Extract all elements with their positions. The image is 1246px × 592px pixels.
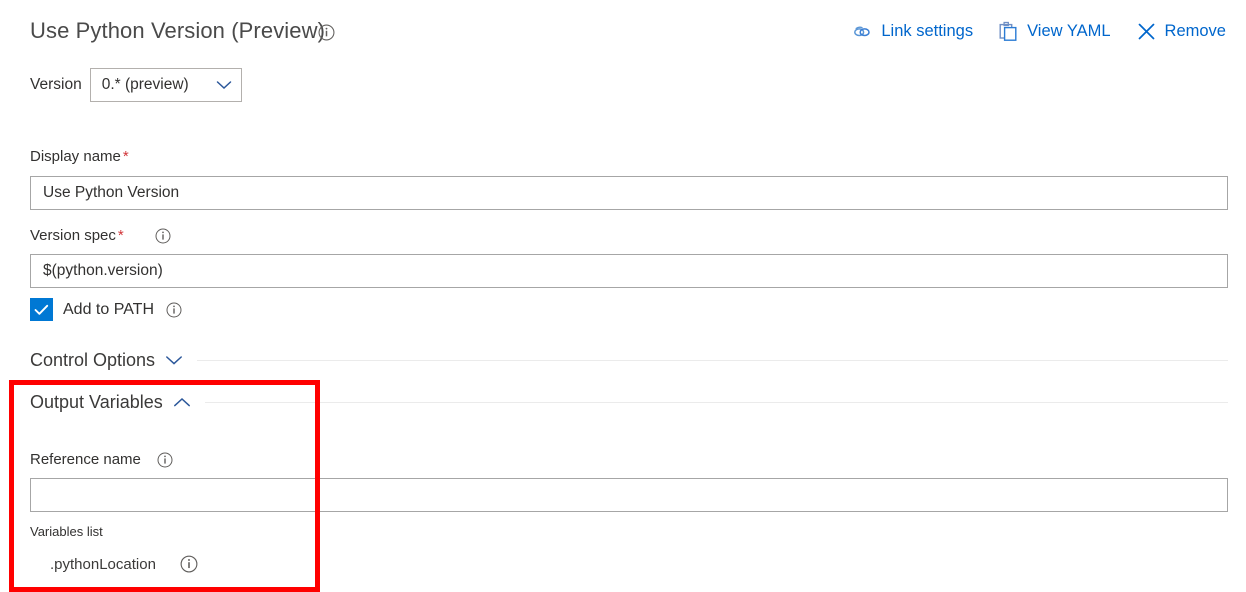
info-icon[interactable] xyxy=(157,452,173,468)
version-spec-input[interactable] xyxy=(30,254,1228,288)
page-title: Use Python Version (Preview) xyxy=(30,18,325,44)
display-name-label: Display name* xyxy=(30,148,129,165)
variables-list-label: Variables list xyxy=(30,524,103,539)
section-divider xyxy=(197,360,1228,361)
display-name-input[interactable] xyxy=(30,176,1228,210)
close-x-icon xyxy=(1137,22,1156,41)
link-settings-label: Link settings xyxy=(881,23,973,40)
header-actions: Link settings View YAML xyxy=(852,21,1226,42)
checkmark-icon xyxy=(34,304,49,316)
info-icon[interactable] xyxy=(318,24,335,41)
version-dropdown[interactable]: 0.* (preview) xyxy=(90,68,242,102)
remove-label: Remove xyxy=(1165,23,1226,40)
section-header-control-options[interactable]: Control Options xyxy=(30,350,1228,371)
list-item: .pythonLocation xyxy=(50,555,198,573)
task-header: Use Python Version (Preview) Link settin… xyxy=(0,18,1246,62)
version-spec-label-text: Version spec xyxy=(30,227,116,244)
required-marker: * xyxy=(123,148,129,165)
control-options-title: Control Options xyxy=(30,350,155,371)
view-yaml-label: View YAML xyxy=(1027,23,1110,40)
reference-name-label: Reference name xyxy=(30,451,141,468)
chevron-down-icon xyxy=(165,355,183,366)
chevron-down-icon xyxy=(216,80,232,90)
link-settings-button[interactable]: Link settings xyxy=(852,23,973,41)
display-name-label-text: Display name xyxy=(30,148,121,165)
add-to-path-checkbox[interactable] xyxy=(30,298,53,321)
output-variables-title: Output Variables xyxy=(30,392,163,413)
info-icon[interactable] xyxy=(180,555,198,573)
clipboard-icon xyxy=(999,21,1018,42)
variable-name: .pythonLocation xyxy=(50,556,156,573)
version-spec-label: Version spec* xyxy=(30,227,124,244)
link-icon xyxy=(852,23,872,41)
chevron-up-icon xyxy=(173,397,191,408)
add-to-path-label: Add to PATH xyxy=(63,301,154,319)
version-label: Version xyxy=(30,76,82,94)
remove-button[interactable]: Remove xyxy=(1137,22,1226,41)
task-editor-panel: Use Python Version (Preview) Link settin… xyxy=(0,0,1246,592)
info-icon[interactable] xyxy=(155,228,171,244)
section-header-output-variables[interactable]: Output Variables xyxy=(30,392,1228,413)
version-dropdown-value: 0.* (preview) xyxy=(102,76,189,94)
version-selector-row: Version 0.* (preview) xyxy=(30,68,242,102)
section-divider xyxy=(205,402,1228,403)
view-yaml-button[interactable]: View YAML xyxy=(999,21,1110,42)
info-icon[interactable] xyxy=(166,302,182,318)
add-to-path-row: Add to PATH xyxy=(30,298,182,321)
reference-name-input[interactable] xyxy=(30,478,1228,512)
required-marker: * xyxy=(118,227,124,244)
